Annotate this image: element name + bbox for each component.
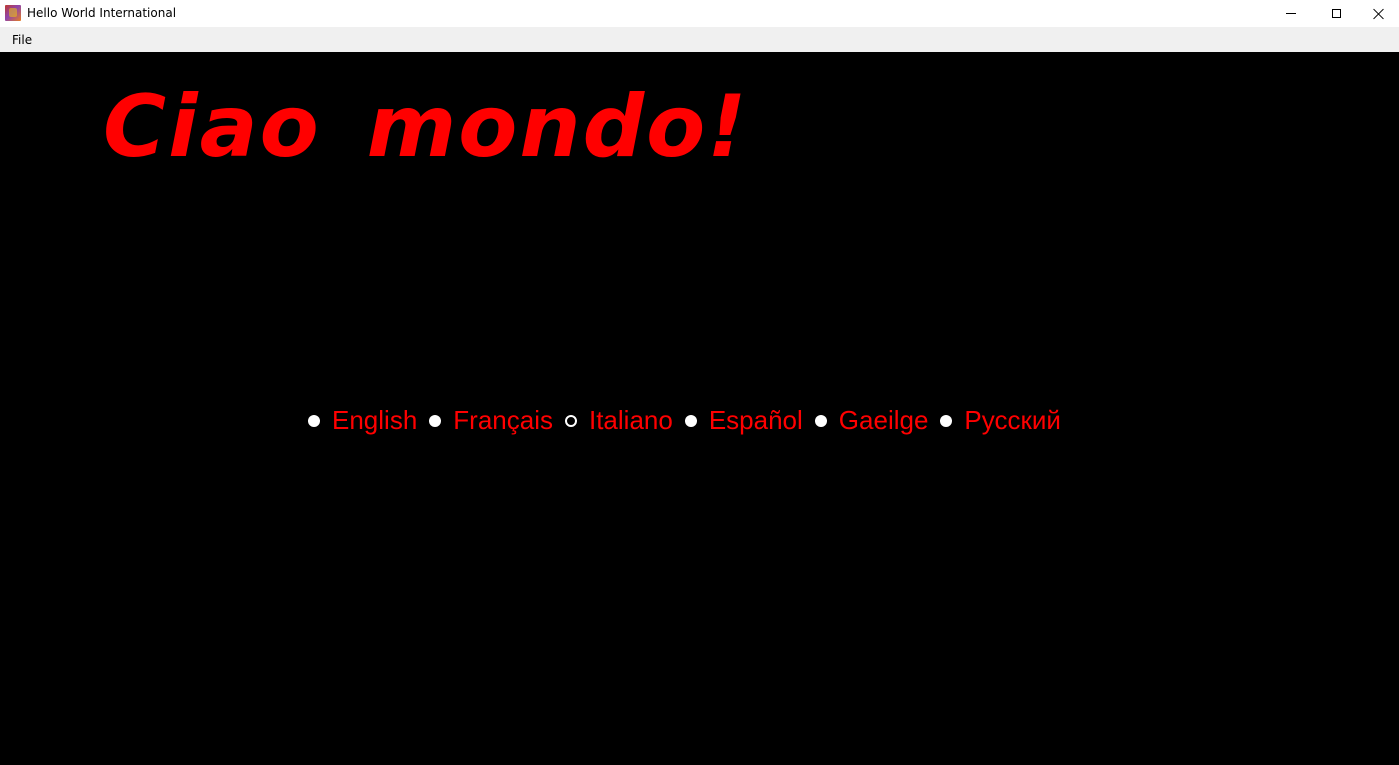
menu-file[interactable]: File	[5, 31, 39, 49]
radio-button-english[interactable]	[308, 414, 320, 427]
greeting-text: Ciao mondo!	[103, 77, 749, 177]
radio-option-espanol[interactable]: Español	[684, 405, 803, 436]
close-button[interactable]	[1358, 0, 1399, 27]
radio-label-francais: Français	[453, 405, 553, 435]
radio-option-italiano[interactable]: Italiano	[564, 405, 673, 436]
radio-label-english: English	[332, 405, 418, 435]
minimize-icon	[1286, 13, 1296, 14]
radio-button-francais[interactable]	[429, 414, 442, 427]
app-icon	[5, 5, 21, 21]
radio-label-espanol: Español	[708, 405, 803, 435]
radio-label-italiano: Italiano	[588, 405, 673, 435]
window-title: Hello World International	[27, 6, 177, 20]
radio-button-italiano[interactable]	[564, 414, 577, 427]
minimize-button[interactable]	[1268, 0, 1314, 27]
radio-button-gaeilge[interactable]	[814, 414, 827, 427]
maximize-icon	[1331, 9, 1341, 18]
radio-label-gaeilge: Gaeilge	[838, 405, 929, 435]
radio-button-russian[interactable]	[940, 414, 953, 427]
maximize-button[interactable]	[1313, 0, 1359, 27]
radio-label-russian: Русский	[964, 405, 1061, 435]
radio-option-francais[interactable]: Français	[429, 405, 553, 436]
app-window: Hello World International File Ciao mond…	[0, 0, 1399, 765]
radio-option-gaeilge[interactable]: Gaeilge	[814, 405, 929, 436]
menu-bar: File	[0, 27, 1399, 52]
close-icon	[1373, 8, 1384, 19]
radio-button-espanol[interactable]	[684, 414, 697, 427]
title-bar: Hello World International	[0, 0, 1399, 27]
radio-option-english[interactable]: English	[308, 405, 417, 436]
content-panel: Ciao mondo! English Français Italiano Es…	[0, 52, 1399, 765]
radio-option-russian[interactable]: Русский	[940, 405, 1061, 436]
language-radio-group: English Français Italiano Español Gaeilg…	[308, 405, 1073, 436]
